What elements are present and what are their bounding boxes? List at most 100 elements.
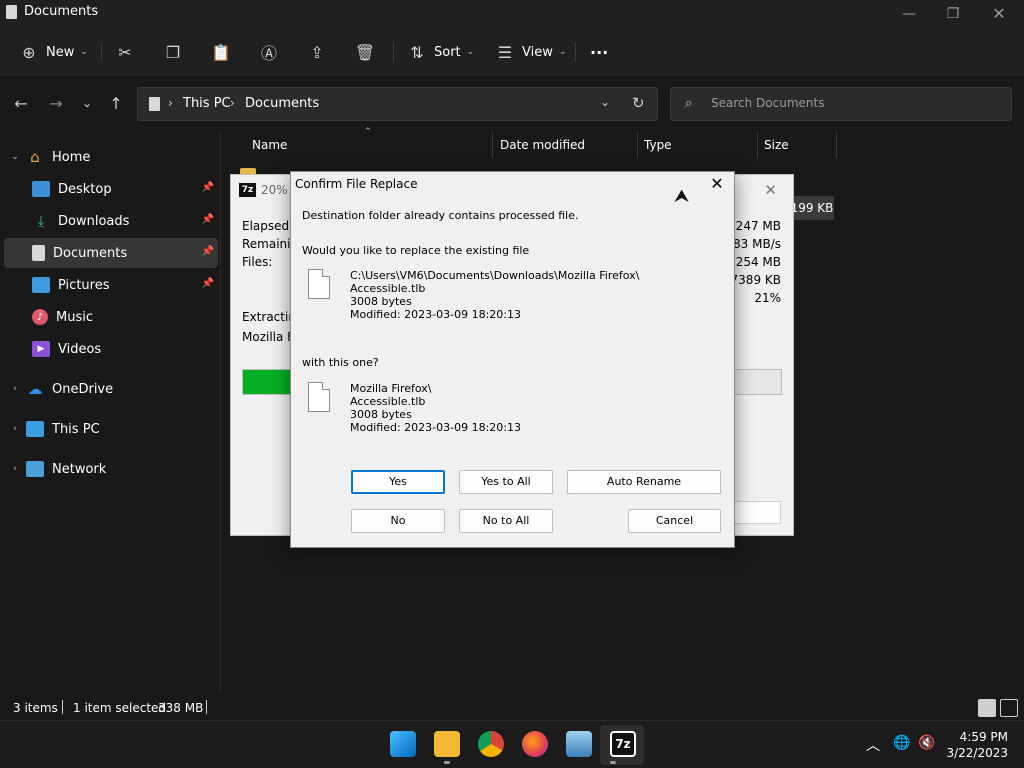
- no-button[interactable]: No: [351, 509, 445, 533]
- pin-icon[interactable]: 📌: [202, 214, 214, 225]
- delete-button[interactable]: 🗑: [354, 38, 376, 66]
- incoming-file-info: Mozilla Firefox\ Accessible.tlb 3008 byt…: [350, 382, 521, 434]
- cut-button[interactable]: ✂: [114, 38, 136, 66]
- sidebar-item-videos[interactable]: ▶ Videos: [4, 334, 218, 364]
- auto-rename-button[interactable]: Auto Rename: [567, 470, 721, 494]
- sidebar-item-documents[interactable]: Documents 📌: [4, 238, 218, 268]
- refresh-icon[interactable]: ↻: [632, 94, 645, 112]
- close-icon[interactable]: ✕: [764, 181, 777, 199]
- incoming-file-name: Accessible.tlb: [350, 395, 426, 408]
- system-clock[interactable]: 4:59 PM 3/22/2023: [938, 729, 1008, 761]
- plus-circle-icon: ⊕: [22, 42, 36, 62]
- pin-icon[interactable]: 📌: [202, 182, 214, 193]
- yes-to-all-button[interactable]: Yes to All: [459, 470, 553, 494]
- yes-button[interactable]: Yes: [351, 470, 445, 494]
- share-button[interactable]: ⇪: [306, 38, 328, 66]
- sidebar-item-label: This PC: [52, 421, 100, 437]
- rename-icon: Ⓐ: [260, 44, 277, 63]
- pin-icon[interactable]: 📌: [202, 278, 214, 289]
- 7zip-icon[interactable]: 7z: [610, 731, 636, 757]
- sidebar-item-downloads[interactable]: ⤓ Downloads 📌: [4, 206, 218, 236]
- file-icon: [308, 269, 330, 299]
- command-bar: ⊕ New ⌄ ✂ ❐ 📋 Ⓐ ⇪ 🗑 ⇅ Sort ⌄ ☰ View ⌄ ··…: [0, 28, 1024, 76]
- globe-network-icon[interactable]: 🌐: [893, 735, 910, 751]
- chevron-down-icon[interactable]: ⌄: [4, 152, 26, 162]
- speaker-muted-icon[interactable]: 🔇: [918, 735, 935, 751]
- tiles-view-icon[interactable]: [1000, 699, 1018, 717]
- chevron-right-icon[interactable]: ›: [4, 424, 26, 434]
- sort-label: Sort: [434, 44, 461, 60]
- paste-button[interactable]: 📋: [210, 38, 232, 66]
- existing-file-name: Accessible.tlb: [350, 282, 426, 295]
- cancel-button[interactable]: Cancel: [628, 509, 721, 533]
- sidebar-item-pictures[interactable]: Pictures 📌: [4, 270, 218, 300]
- pane-divider[interactable]: [220, 132, 221, 692]
- sidebar-item-this-pc[interactable]: › This PC: [4, 414, 218, 444]
- 7zip-logo-icon: 7z: [239, 183, 256, 197]
- maximize-button[interactable]: ❐: [930, 2, 976, 26]
- sidebar-item-label: Downloads: [58, 213, 130, 229]
- sidebar-item-onedrive[interactable]: › ☁ OneDrive: [4, 374, 218, 404]
- chrome-icon[interactable]: [478, 731, 504, 757]
- sidebar-item-desktop[interactable]: Desktop 📌: [4, 174, 218, 204]
- column-divider[interactable]: [836, 132, 837, 158]
- view-button[interactable]: ☰ View ⌄: [494, 38, 567, 66]
- pin-icon[interactable]: 📌: [202, 246, 214, 257]
- sidebar-item-music[interactable]: ♪ Music: [4, 302, 218, 332]
- copy-button[interactable]: ❐: [162, 38, 184, 66]
- document-icon: [149, 97, 160, 111]
- close-window-button[interactable]: ✕: [976, 2, 1022, 26]
- copy-icon: ❐: [165, 42, 181, 62]
- more-options-button[interactable]: ···: [590, 38, 608, 66]
- existing-file-modified: Modified: 2023-03-09 18:20:13: [350, 308, 521, 321]
- chevron-right-icon[interactable]: ›: [4, 384, 26, 394]
- details-view-icon[interactable]: [978, 699, 996, 717]
- column-divider[interactable]: [637, 132, 638, 158]
- files-label: Files:: [242, 255, 273, 269]
- column-header-type[interactable]: Type: [644, 138, 672, 164]
- pictures-icon: [32, 277, 50, 293]
- up-arrow-icon[interactable]: ↑: [106, 94, 126, 113]
- file-explorer-icon[interactable]: [434, 731, 460, 757]
- compression-ratio-value: 21%: [754, 291, 781, 305]
- column-header-size[interactable]: Size: [764, 138, 789, 164]
- music-icon: ♪: [32, 309, 48, 325]
- recent-locations-chevron-icon[interactable]: ⌄: [77, 96, 97, 110]
- existing-file-size: 3008 bytes: [350, 295, 412, 308]
- desktop-icon: [32, 181, 50, 197]
- sidebar-item-label: Music: [56, 309, 93, 325]
- breadcrumb-documents[interactable]: Documents: [245, 96, 319, 111]
- column-divider[interactable]: [492, 132, 493, 158]
- column-header-name[interactable]: Name: [252, 138, 287, 164]
- sidebar-item-network[interactable]: › Network: [4, 454, 218, 484]
- existing-file-path: C:\Users\VM6\Documents\Downloads\Mozilla…: [350, 269, 640, 282]
- firefox-icon[interactable]: [522, 731, 548, 757]
- chevron-down-icon: ⌄: [466, 47, 475, 57]
- chevron-right-icon[interactable]: ›: [4, 464, 26, 474]
- show-hidden-icons-chevron-icon[interactable]: ︿: [866, 735, 880, 755]
- sidebar-item-home[interactable]: ⌄ ⌂ Home: [4, 142, 218, 172]
- address-bar[interactable]: › This PC › Documents ⌄ ↻: [137, 87, 658, 121]
- column-header-date-modified[interactable]: Date modified: [500, 138, 585, 164]
- back-arrow-icon[interactable]: ←: [11, 94, 31, 113]
- mouse-cursor-icon: ⮝: [674, 186, 690, 207]
- dialog-title: Confirm File Replace: [295, 177, 418, 191]
- sort-button[interactable]: ⇅ Sort ⌄: [406, 38, 474, 66]
- no-to-all-button[interactable]: No to All: [459, 509, 553, 533]
- start-windows-icon[interactable]: [390, 731, 416, 757]
- sidebar-item-label: Documents: [53, 245, 128, 261]
- forward-arrow-icon[interactable]: →: [46, 94, 66, 113]
- chevron-down-icon[interactable]: ⌄: [600, 95, 610, 109]
- rename-button[interactable]: Ⓐ: [258, 38, 280, 66]
- breadcrumb-this-pc[interactable]: This PC: [183, 96, 231, 111]
- minimize-button[interactable]: —: [886, 2, 932, 26]
- new-button[interactable]: ⊕ New ⌄: [18, 38, 88, 66]
- status-bar: 3 items 1 item selected 338 MB: [0, 696, 1024, 720]
- dialog-close-button[interactable]: ✕: [708, 174, 726, 193]
- toolbar-divider: [101, 42, 102, 62]
- column-divider[interactable]: [757, 132, 758, 158]
- document-icon: [6, 5, 17, 19]
- resource-monitor-icon[interactable]: [566, 731, 592, 757]
- search-input[interactable]: [711, 96, 991, 110]
- selection-size: 338 MB: [158, 701, 204, 715]
